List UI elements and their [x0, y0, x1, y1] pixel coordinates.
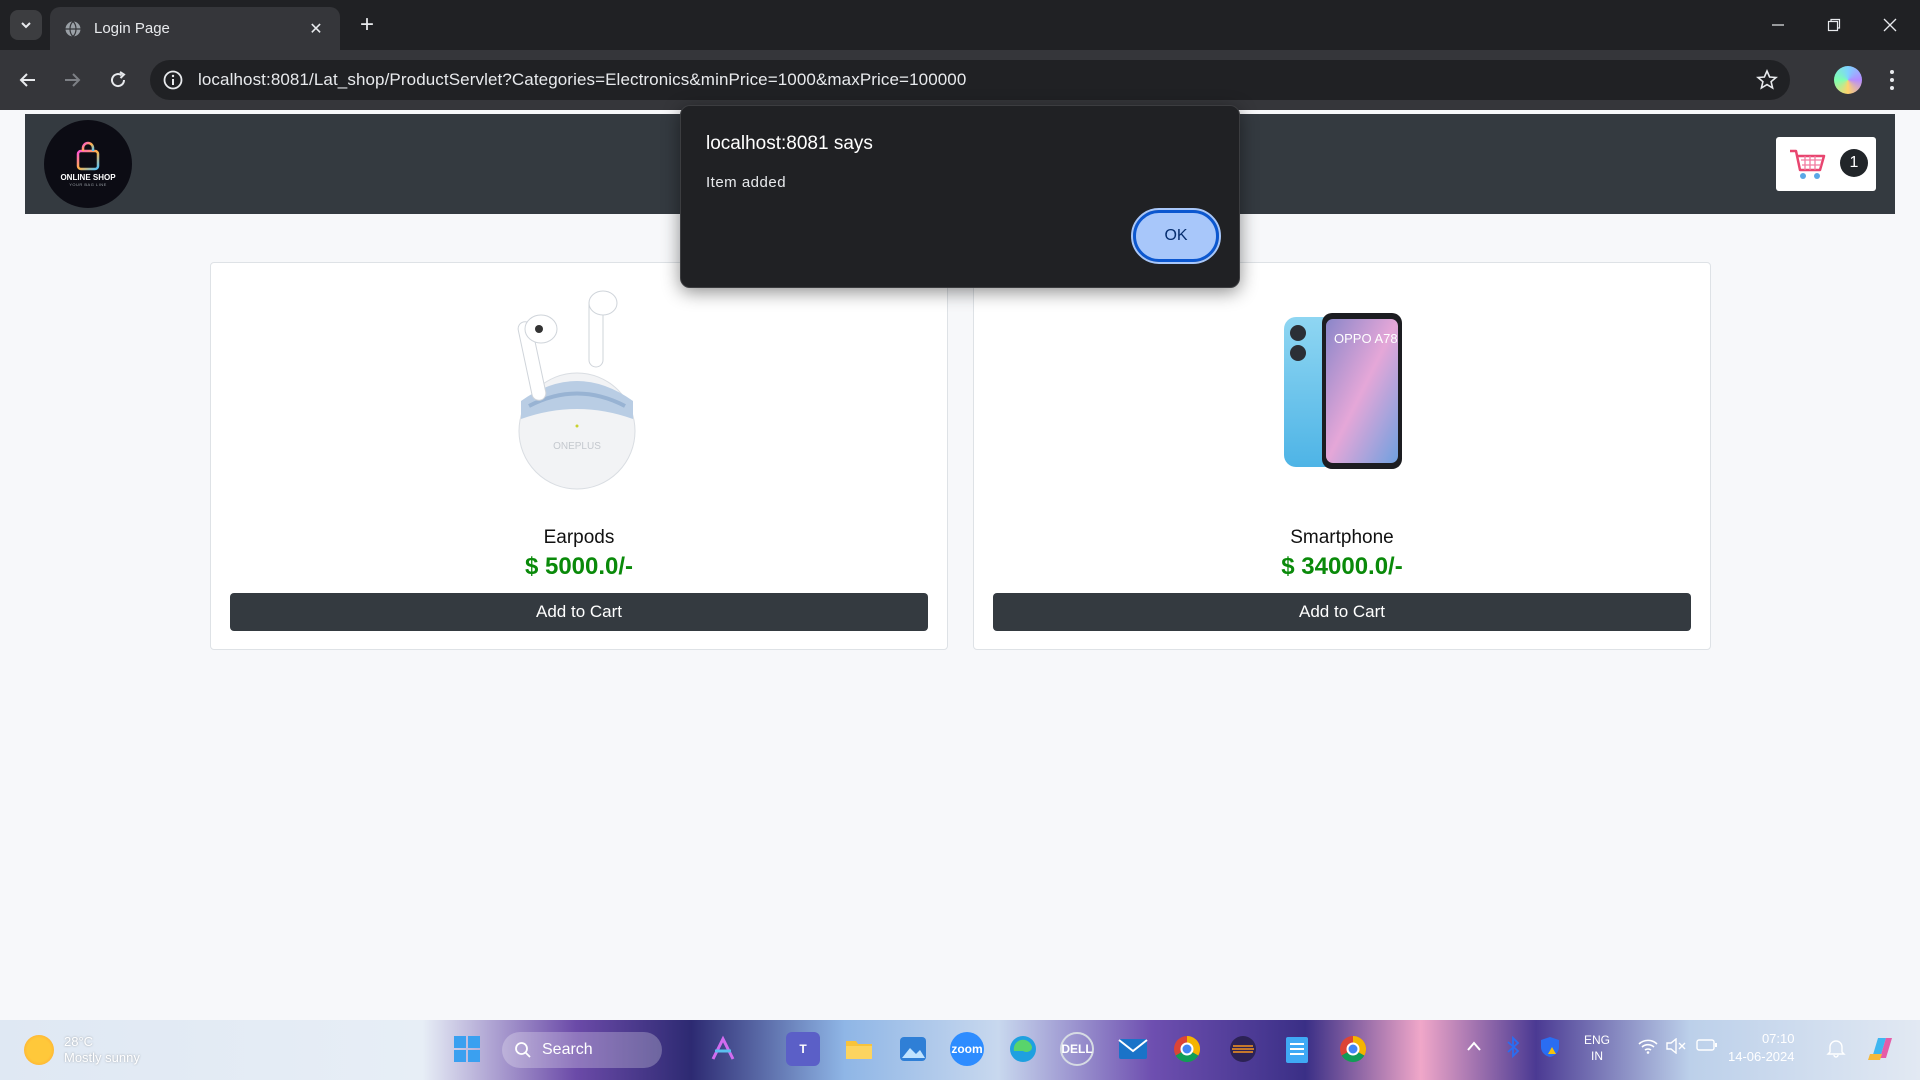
notification-bell-icon[interactable]	[1826, 1038, 1846, 1061]
volume-muted-icon[interactable]	[1666, 1037, 1686, 1057]
widgets-app-icon[interactable]	[706, 1032, 740, 1066]
ok-button[interactable]: OK	[1131, 208, 1221, 264]
system-clock[interactable]: 07:10 14-06-2024	[1728, 1030, 1795, 1066]
reload-button[interactable]	[100, 62, 136, 98]
minimize-icon	[1772, 24, 1784, 26]
cart-button[interactable]: 1	[1776, 137, 1876, 191]
tab-title: Login Page	[94, 20, 170, 37]
site-logo[interactable]: ONLINE SHOP YOUR BAG LINE	[44, 120, 132, 208]
restore-button[interactable]	[1808, 0, 1860, 50]
logo-tagline: YOUR BAG LINE	[69, 182, 107, 187]
browser-tab-bar: Login Page ✕ +	[0, 0, 1920, 50]
shopping-bag-icon	[76, 141, 100, 171]
cart-count-badge: 1	[1840, 149, 1868, 177]
add-to-cart-button[interactable]: Add to Cart	[993, 593, 1691, 631]
dell-icon[interactable]: DELL	[1060, 1032, 1094, 1066]
product-card: ONEPLUS Earpods $ 5000.0/- Add to Cart	[210, 262, 948, 650]
site-info-icon[interactable]	[162, 69, 184, 91]
copilot-icon[interactable]	[1866, 1032, 1898, 1067]
chrome-icon[interactable]	[1170, 1032, 1204, 1066]
add-to-cart-button[interactable]: Add to Cart	[230, 593, 928, 631]
browser-toolbar: localhost:8081/Lat_shop/ProductServlet?C…	[0, 50, 1920, 110]
chrome-active-icon[interactable]	[1336, 1032, 1370, 1066]
url-text[interactable]: localhost:8081/Lat_shop/ProductServlet?C…	[198, 70, 966, 90]
wifi-icon[interactable]	[1638, 1038, 1658, 1057]
weather-description: Mostly sunny	[64, 1050, 140, 1065]
minimize-button[interactable]	[1752, 0, 1804, 50]
windows-taskbar: 28°C Mostly sunny Search T zoom DELL ENG…	[0, 1020, 1920, 1080]
back-arrow-icon	[19, 73, 35, 87]
windows-logo-icon	[454, 1036, 480, 1062]
eclipse-icon[interactable]	[1226, 1032, 1260, 1066]
back-button[interactable]	[10, 62, 46, 98]
product-price: $ 34000.0/-	[1281, 553, 1403, 580]
dialog-message: Item added	[706, 174, 787, 191]
product-price: $ 5000.0/-	[524, 553, 634, 580]
forward-button[interactable]	[54, 62, 90, 98]
notepad-icon[interactable]	[1280, 1032, 1314, 1066]
file-explorer-icon[interactable]	[842, 1032, 876, 1066]
smartphone-brand-text: OPPO A78	[1334, 331, 1398, 346]
logo-brand-text: ONLINE SHOP	[60, 173, 116, 182]
show-hidden-icons-icon[interactable]	[1466, 1040, 1482, 1055]
browser-tab[interactable]: Login Page ✕	[50, 7, 340, 50]
language-indicator[interactable]: ENG IN	[1584, 1032, 1610, 1064]
new-tab-button[interactable]: +	[352, 10, 382, 40]
weather-widget[interactable]: 28°C Mostly sunny	[24, 1034, 140, 1066]
close-window-button[interactable]	[1864, 0, 1916, 50]
product-name: Earpods	[543, 527, 615, 548]
bookmark-star-icon[interactable]	[1756, 69, 1778, 91]
address-bar[interactable]: localhost:8081/Lat_shop/ProductServlet?C…	[150, 60, 1790, 100]
tab-close-icon[interactable]: ✕	[306, 19, 326, 39]
forward-arrow-icon	[65, 73, 81, 87]
photos-icon[interactable]	[896, 1032, 930, 1066]
dialog-title: localhost:8081 says	[706, 133, 873, 154]
shopping-cart-icon	[1790, 149, 1826, 179]
bluetooth-icon[interactable]	[1506, 1035, 1520, 1061]
product-card: OPPO A78 Smartphone $ 34000.0/- Add to C…	[973, 262, 1711, 650]
reload-icon	[111, 71, 126, 88]
chevron-down-icon	[21, 22, 31, 29]
product-name: Smartphone	[1290, 527, 1394, 548]
restore-icon	[1827, 18, 1841, 32]
search-label: Search	[542, 1041, 593, 1058]
zoom-icon[interactable]: zoom	[950, 1032, 984, 1066]
sun-icon	[24, 1035, 54, 1065]
region-code: IN	[1591, 1049, 1603, 1063]
edge-browser-icon[interactable]	[1006, 1032, 1040, 1066]
earpods-brand-text: ONEPLUS	[553, 441, 601, 452]
language-code: ENG	[1584, 1033, 1611, 1047]
profile-avatar[interactable]	[1834, 66, 1862, 94]
teams-icon[interactable]: T	[786, 1032, 820, 1066]
alert-dialog: localhost:8081 says Item added OK	[680, 105, 1240, 288]
clock-date: 14-06-2024	[1728, 1049, 1795, 1064]
taskbar-search[interactable]: Search	[502, 1032, 662, 1068]
search-icon	[515, 1042, 531, 1058]
smartphone-product-image: OPPO A78	[1284, 313, 1402, 469]
mail-icon[interactable]	[1116, 1032, 1150, 1066]
browser-menu-icon[interactable]	[1880, 64, 1904, 96]
clock-time: 07:10	[1761, 1031, 1795, 1046]
close-icon	[1883, 18, 1897, 32]
globe-icon	[65, 20, 81, 37]
security-shield-icon[interactable]	[1540, 1036, 1560, 1061]
tab-search-button[interactable]	[10, 10, 42, 40]
battery-icon[interactable]	[1696, 1038, 1718, 1055]
earpods-product-image: ONEPLUS	[517, 290, 636, 490]
start-button[interactable]	[450, 1032, 484, 1066]
weather-temperature: 28°C	[64, 1034, 94, 1049]
